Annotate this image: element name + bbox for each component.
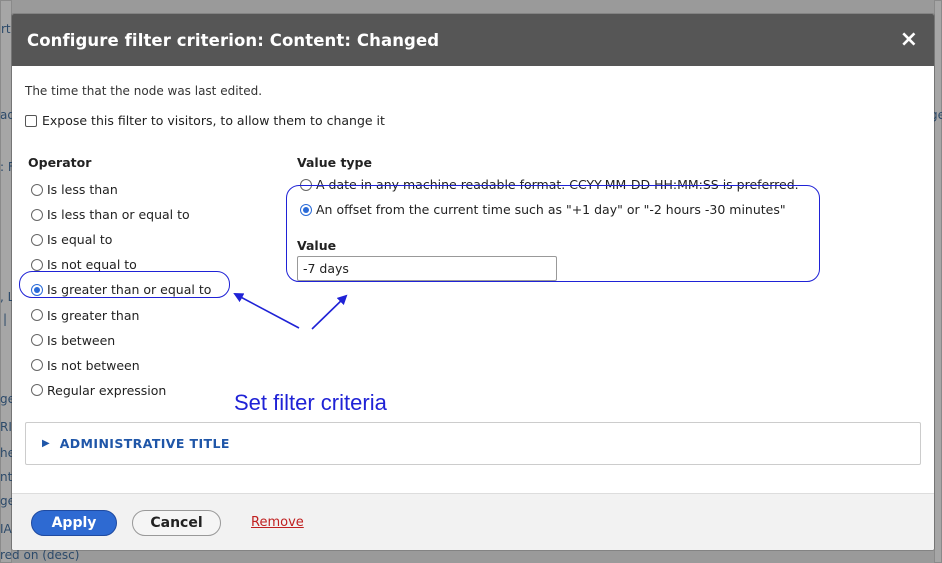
operator-option[interactable]: Regular expression [31, 378, 211, 403]
operator-option-label: Regular expression [47, 382, 167, 398]
dialog-title: Configure filter criterion: Content: Cha… [27, 30, 440, 50]
radio-button[interactable] [300, 178, 312, 191]
value-type-option-label: A date in any machine readable format. C… [316, 177, 799, 192]
close-icon[interactable]: × [900, 29, 918, 51]
value-type-title: Value type [297, 155, 372, 170]
expose-filter-option[interactable]: Expose this filter to visitors, to allow… [25, 113, 385, 128]
triangle-right-icon: ▶ [42, 438, 50, 449]
radio-button[interactable] [31, 183, 43, 196]
radio-button[interactable] [31, 283, 43, 296]
radio-button[interactable] [31, 359, 43, 372]
operator-option[interactable]: Is less than [31, 177, 211, 202]
operator-option[interactable]: Is between [31, 328, 211, 353]
operator-option-label: Is less than [47, 182, 118, 198]
background-panel [934, 0, 942, 563]
radio-button[interactable] [300, 203, 312, 216]
operator-option[interactable]: Is greater than or equal to [31, 277, 211, 302]
value-type-option-offset[interactable]: An offset from the current time such as … [300, 202, 786, 217]
apply-button[interactable]: Apply [31, 510, 117, 536]
operator-title: Operator [28, 155, 92, 170]
value-type-option-date[interactable]: A date in any machine readable format. C… [300, 177, 799, 192]
background-text: nt [0, 470, 13, 484]
dialog-footer: Apply Cancel Remove [12, 493, 934, 550]
administrative-title-toggle[interactable]: ▶ ADMINISTRATIVE TITLE [25, 422, 921, 465]
operator-option[interactable]: Is less than or equal to [31, 202, 211, 227]
dialog-content: The time that the node was last edited. … [12, 66, 934, 493]
annotation-text: Set filter criteria [234, 390, 387, 415]
expose-filter-checkbox[interactable] [25, 114, 37, 127]
operator-option-label: Is between [47, 332, 116, 348]
operator-option[interactable]: Is equal to [31, 227, 211, 252]
radio-button[interactable] [31, 258, 43, 271]
annotation-arrow-operator [233, 293, 300, 329]
background-text: IA [0, 522, 12, 536]
background-text: RI [0, 420, 12, 434]
operator-option-label: Is not equal to [47, 257, 137, 273]
value-type-option-label: An offset from the current time such as … [316, 202, 786, 217]
administrative-title-label: ADMINISTRATIVE TITLE [59, 436, 230, 451]
value-input[interactable] [297, 256, 557, 281]
radio-button[interactable] [31, 334, 43, 347]
expose-filter-label: Expose this filter to visitors, to allow… [42, 113, 385, 128]
operator-option-label: Is equal to [47, 232, 113, 248]
operator-option-label: Is greater than or equal to [47, 282, 212, 298]
radio-button[interactable] [31, 309, 43, 322]
dialog-titlebar: Configure filter criterion: Content: Cha… [12, 14, 934, 66]
operator-option-label: Is not between [47, 357, 140, 373]
radio-button[interactable] [31, 208, 43, 221]
cancel-button[interactable]: Cancel [132, 510, 221, 536]
background-text: rt [1, 22, 11, 36]
radio-button[interactable] [31, 233, 43, 246]
operator-option[interactable]: Is not between [31, 353, 211, 378]
operator-option[interactable]: Is not equal to [31, 252, 211, 277]
operator-option-label: Is less than or equal to [47, 207, 190, 223]
value-title: Value [297, 238, 337, 253]
background-text: | [3, 312, 8, 326]
radio-button[interactable] [31, 384, 43, 397]
background-text: red on (desc) [0, 548, 80, 562]
operator-option[interactable]: Is greater than [31, 302, 211, 327]
operator-option-label: Is greater than [47, 307, 140, 323]
filter-description: The time that the node was last edited. [25, 84, 263, 98]
annotation-arrow-offset [311, 294, 348, 330]
operator-radio-group: Is less than Is less than or equal to Is… [31, 177, 211, 403]
remove-link[interactable]: Remove [251, 515, 304, 530]
filter-dialog: Configure filter criterion: Content: Cha… [12, 14, 934, 550]
